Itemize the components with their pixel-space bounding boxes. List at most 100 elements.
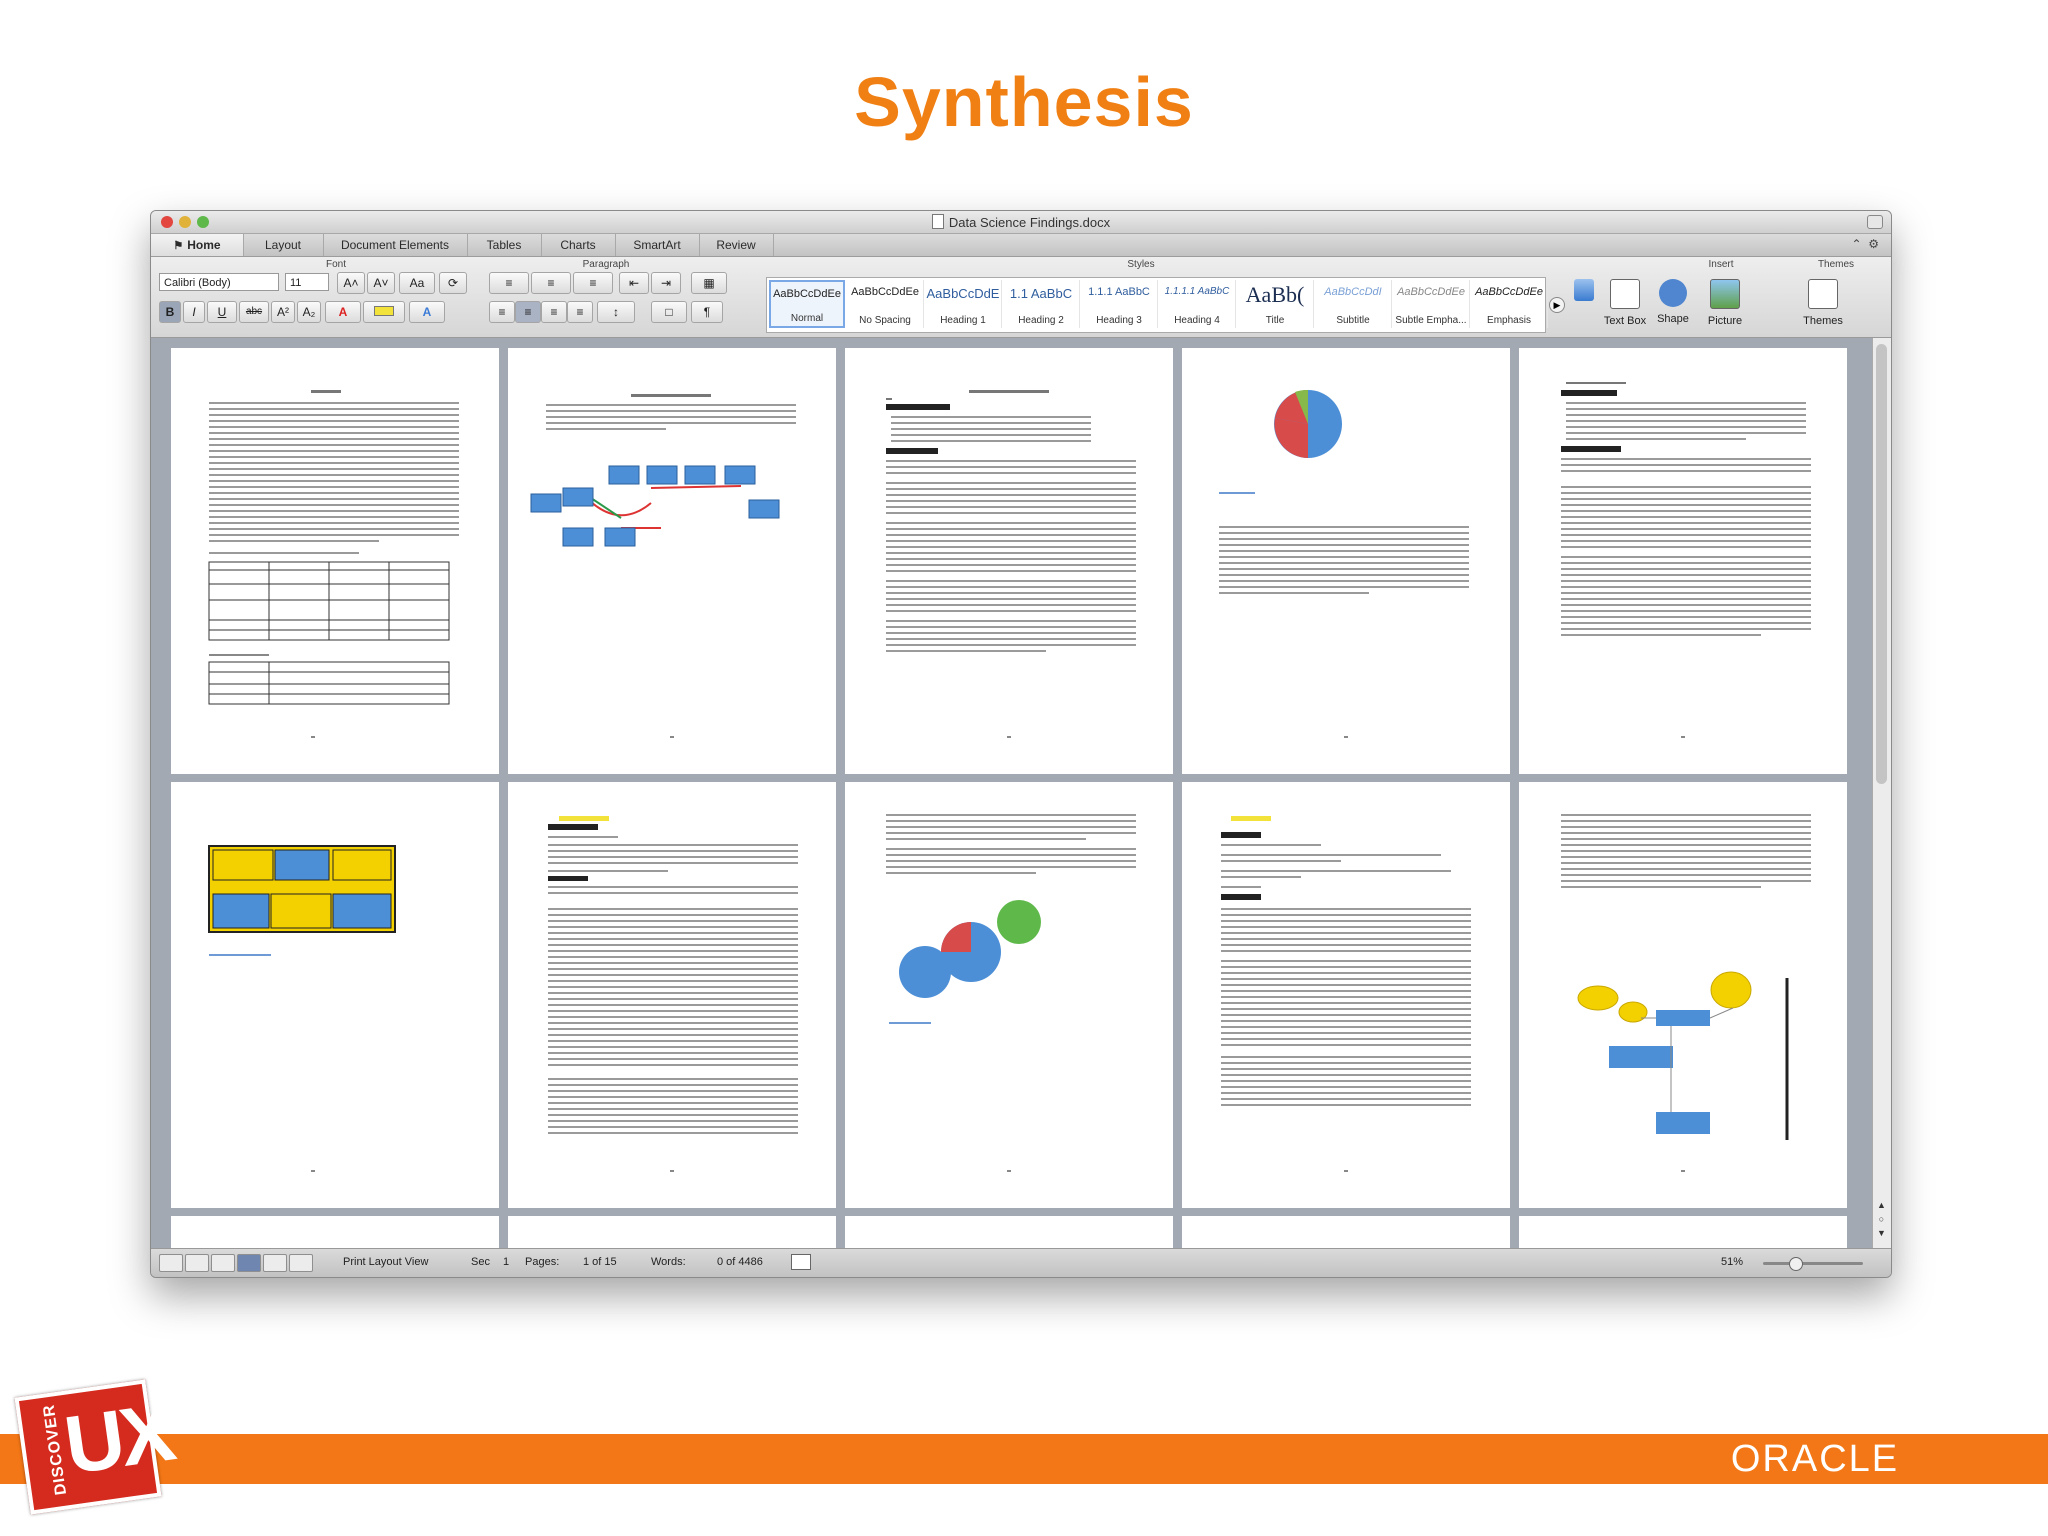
- ribbon-tabs: ⚑ Home Layout Document Elements Tables Ch…: [151, 234, 1891, 257]
- strikethrough-button[interactable]: abc: [239, 301, 269, 323]
- draft-view-icon[interactable]: [159, 1254, 183, 1272]
- zoom-slider-handle[interactable]: [1789, 1257, 1803, 1271]
- page-13: [845, 1216, 1173, 1248]
- align-left-button[interactable]: ≡: [489, 301, 515, 323]
- zoom-level: 51%: [1721, 1256, 1744, 1268]
- print-layout-icon[interactable]: [237, 1254, 261, 1272]
- document-icon: [931, 214, 944, 229]
- font-size-select[interactable]: 11: [285, 273, 329, 291]
- page-3: [845, 348, 1173, 774]
- numbering-button[interactable]: ≡: [531, 272, 571, 294]
- group-label-insert: Insert: [1708, 259, 1734, 270]
- words-value: 0 of 4486: [717, 1256, 763, 1268]
- paragraph-settings-icon[interactable]: ¶: [691, 301, 723, 323]
- style-title[interactable]: AaBb(Title: [1237, 280, 1314, 328]
- page-11: [171, 1216, 499, 1248]
- font-name-select[interactable]: Calibri (Body): [159, 273, 279, 291]
- settings-icon[interactable]: ⚙: [1868, 237, 1879, 251]
- group-label-styles: Styles: [1127, 259, 1155, 270]
- group-label-themes: Themes: [1817, 259, 1855, 270]
- tab-tables[interactable]: Tables: [467, 234, 542, 256]
- logo-ux-text: UX: [59, 1386, 177, 1492]
- style-subtitle[interactable]: AaBbCcDdI Subtitle: [1315, 280, 1392, 328]
- bullets-button[interactable]: ≡: [489, 272, 529, 294]
- picture-icon: [1710, 279, 1740, 309]
- page-10: [1519, 782, 1847, 1208]
- scroll-down-icon[interactable]: ▼: [1876, 1228, 1887, 1239]
- spelling-check-icon[interactable]: [791, 1254, 811, 1270]
- grow-font-button[interactable]: A˄: [337, 272, 365, 294]
- styles-more-icon[interactable]: ▶: [1549, 297, 1565, 313]
- tab-review[interactable]: Review: [699, 234, 774, 256]
- text-direction-icon[interactable]: [1569, 277, 1599, 331]
- document-area[interactable]: [151, 338, 1873, 1248]
- borders-button[interactable]: □: [651, 301, 687, 323]
- window-title: Data Science Findings.docx: [151, 214, 1891, 230]
- tab-charts[interactable]: Charts: [541, 234, 616, 256]
- ribbon-controls[interactable]: ⌃ ⚙: [1852, 237, 1880, 251]
- browse-object-icon[interactable]: ○: [1876, 1214, 1887, 1225]
- scrollbar-thumb[interactable]: [1876, 344, 1887, 784]
- style-normal[interactable]: AaBbCcDdEe Normal: [769, 280, 845, 328]
- italic-button[interactable]: I: [183, 301, 205, 323]
- publishing-layout-icon[interactable]: [211, 1254, 235, 1272]
- decrease-indent-button[interactable]: ⇤: [619, 272, 649, 294]
- shrink-font-button[interactable]: A˅: [367, 272, 395, 294]
- window-title-text: Data Science Findings.docx: [948, 215, 1111, 230]
- word-window: Data Science Findings.docx ⚑ Home Layout …: [150, 210, 1892, 1278]
- toolbar-toggle-button[interactable]: [1867, 215, 1883, 229]
- page-thumbnails: [171, 348, 1847, 1248]
- clear-formatting-icon[interactable]: ⟳: [439, 272, 467, 294]
- page-15: [1519, 1216, 1847, 1248]
- pages-label: Pages:: [525, 1256, 560, 1268]
- outline-view-icon[interactable]: [185, 1254, 209, 1272]
- align-right-button[interactable]: ≡: [541, 301, 567, 323]
- change-case-button[interactable]: Aa: [399, 272, 435, 294]
- tab-layout[interactable]: Layout: [243, 234, 324, 256]
- page-4: [1182, 348, 1510, 774]
- line-spacing-button[interactable]: ↕: [597, 301, 635, 323]
- vertical-scrollbar[interactable]: ▲ ○ ▼: [1872, 338, 1891, 1248]
- full-screen-icon[interactable]: [289, 1254, 313, 1272]
- tab-home[interactable]: ⚑ Home: [151, 234, 244, 256]
- picture-button[interactable]: Picture: [1703, 277, 1747, 331]
- text-box-button[interactable]: Text Box: [1603, 277, 1647, 331]
- text-effects-button[interactable]: A: [409, 301, 445, 323]
- style-heading-2[interactable]: 1.1 AaBbC Heading 2: [1003, 280, 1080, 328]
- zoom-slider[interactable]: [1763, 1262, 1863, 1265]
- superscript-button[interactable]: A²: [271, 301, 295, 323]
- page-1: [171, 348, 499, 774]
- highlight-color-button[interactable]: [363, 301, 405, 323]
- scroll-up-icon[interactable]: ▲: [1876, 1200, 1887, 1211]
- columns-button[interactable]: ▦: [691, 272, 727, 294]
- page-2: [508, 348, 836, 774]
- subscript-button[interactable]: A₂: [297, 301, 321, 323]
- tab-document-elements[interactable]: Document Elements: [323, 234, 468, 256]
- increase-indent-button[interactable]: ⇥: [651, 272, 681, 294]
- shape-button[interactable]: Shape: [1651, 277, 1695, 331]
- style-no-spacing[interactable]: AaBbCcDdEe No Spacing: [847, 280, 924, 328]
- justify-button[interactable]: ≡: [567, 301, 593, 323]
- style-heading-1[interactable]: AaBbCcDdE Heading 1: [925, 280, 1002, 328]
- collapse-ribbon-icon[interactable]: ⌃: [1852, 237, 1862, 251]
- shape-icon: [1659, 279, 1687, 307]
- page-6: [171, 782, 499, 1208]
- tab-smartart[interactable]: SmartArt: [615, 234, 700, 256]
- style-heading-3[interactable]: 1.1.1 AaBbC Heading 3: [1081, 280, 1158, 328]
- home-icon: ⚑: [173, 240, 184, 252]
- multilevel-list-button[interactable]: ≡: [573, 272, 613, 294]
- style-emphasis[interactable]: AaBbCcDdEe Emphasis: [1471, 280, 1548, 328]
- notebook-layout-icon[interactable]: [263, 1254, 287, 1272]
- themes-button[interactable]: Themes: [1801, 277, 1845, 331]
- style-subtle-emphasis[interactable]: AaBbCcDdEe Subtle Empha...: [1393, 280, 1470, 328]
- group-label-font: Font: [325, 259, 346, 270]
- style-heading-4[interactable]: 1.1.1.1 AaBbC Heading 4: [1159, 280, 1236, 328]
- bold-button[interactable]: B: [159, 301, 181, 323]
- section-value: 1: [503, 1256, 510, 1268]
- font-color-button[interactable]: A: [325, 301, 361, 323]
- page-5: [1519, 348, 1847, 774]
- align-center-button[interactable]: ≡: [515, 301, 541, 323]
- page-9: [1182, 782, 1510, 1208]
- underline-button[interactable]: U: [207, 301, 237, 323]
- oracle-logo: ORACLE: [1730, 1438, 1900, 1480]
